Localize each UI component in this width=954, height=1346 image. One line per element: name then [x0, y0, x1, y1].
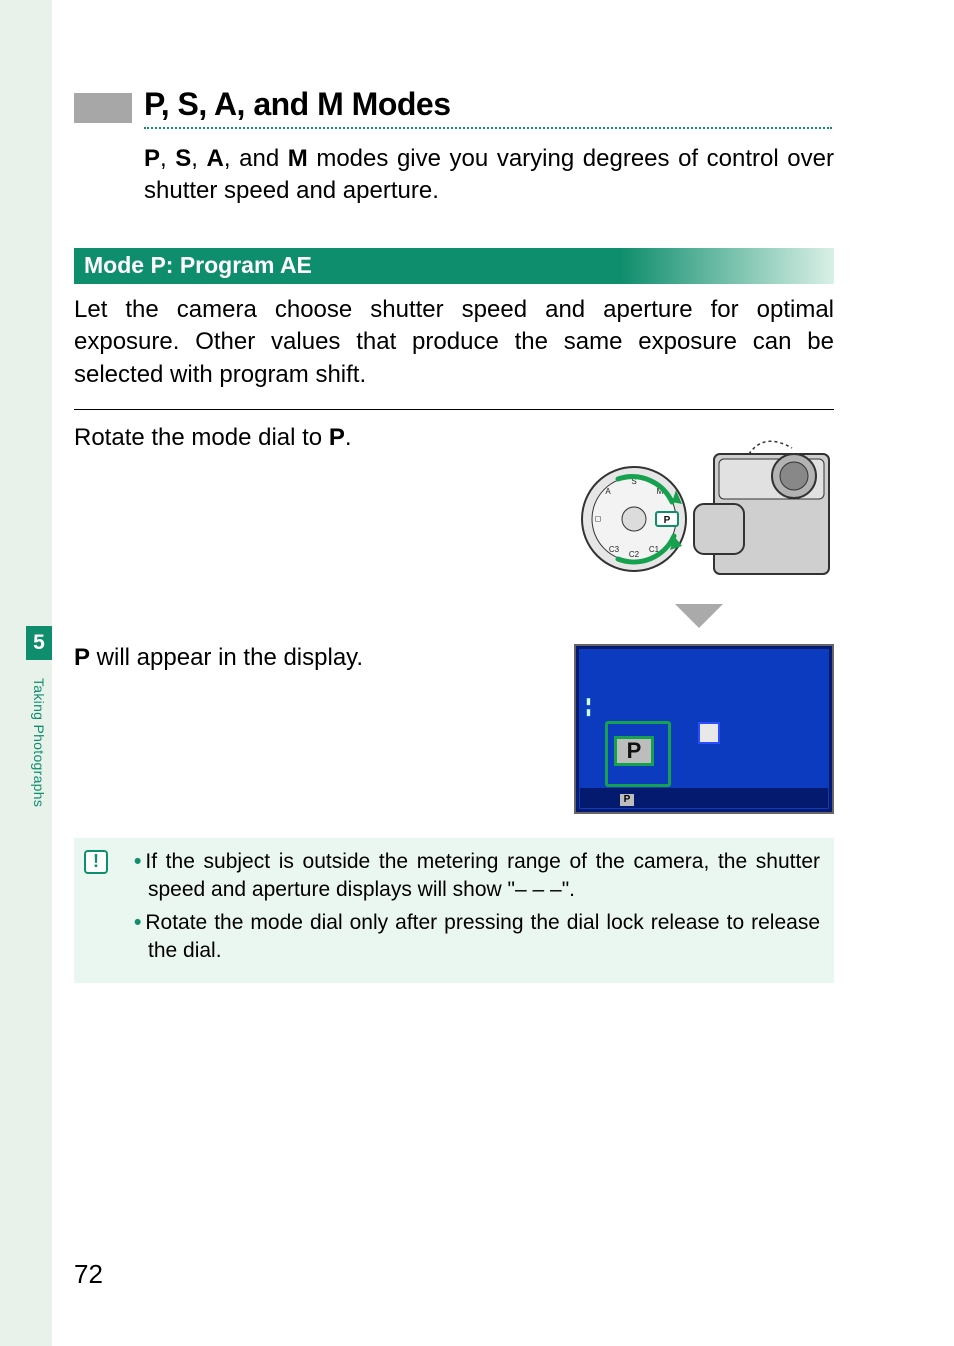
lcd-bottom-strip [580, 788, 828, 808]
intro-sep2: , [191, 145, 206, 172]
page-title: P, S, A, and M Modes [144, 86, 451, 123]
caution-item-text: If the subject is outside the metering r… [145, 850, 820, 901]
lcd-display-illustration: ▮▮ P P [574, 644, 834, 814]
heading-accent-block [74, 93, 132, 123]
arrow-down-icon [675, 604, 723, 628]
svg-text:P: P [664, 515, 671, 526]
bullet-icon: • [134, 850, 141, 873]
mode-p-letter: P [144, 145, 160, 172]
heading-row: P, S, A, and M Modes [74, 86, 834, 123]
chapter-number-tab: 5 [26, 626, 52, 660]
camera-dial-svg: S M A 🎥 ◻ C3 C2 C1 P [564, 424, 834, 594]
caution-note-box: ! •If the subject is outside the meterin… [74, 838, 834, 983]
lcd-p-badge: P [614, 736, 654, 766]
mode-m-letter: M [288, 145, 308, 172]
step1-pre: Rotate the mode dial to [74, 424, 329, 451]
svg-text:C3: C3 [609, 545, 620, 554]
step-2-text: P will appear in the display. [74, 644, 560, 672]
intro-paragraph: P, S, A, and M modes give you varying de… [144, 143, 834, 208]
step-1: Rotate the mode dial to P. S M A 🎥 ◻ C3 [74, 424, 834, 628]
step1-post: . [345, 424, 352, 451]
divider [74, 409, 834, 410]
mode-s-letter: S [175, 145, 191, 172]
caution-item-text: Rotate the mode dial only after pressing… [145, 911, 820, 962]
page-content: P, S, A, and M Modes P, S, A, and M mode… [74, 86, 834, 983]
step-1-text: Rotate the mode dial to P. [74, 424, 550, 452]
step1-bold: P [329, 424, 345, 451]
step2-post: will appear in the display. [90, 644, 363, 671]
caution-item: •If the subject is outside the metering … [134, 848, 820, 905]
mode-p-body: Let the camera choose shutter speed and … [74, 294, 834, 391]
mode-a-letter: A [207, 145, 224, 172]
svg-text:◻: ◻ [595, 514, 602, 523]
camera-illustration: S M A 🎥 ◻ C3 C2 C1 P [564, 424, 834, 628]
step-2: P will appear in the display. ▮▮ P P [74, 644, 834, 814]
caution-item: •Rotate the mode dial only after pressin… [134, 909, 820, 966]
bullet-icon: • [134, 911, 141, 934]
mode-p-title-bar: Mode P: Program AE [74, 248, 834, 284]
svg-text:C2: C2 [629, 550, 640, 559]
intro-sep3: , and [224, 145, 288, 172]
svg-text:A: A [605, 487, 611, 496]
step2-bold: P [74, 644, 90, 671]
lcd-p-small: P [620, 794, 634, 806]
chapter-label: Taking Photographs [26, 672, 52, 912]
intro-sep1: , [160, 145, 175, 172]
caution-icon: ! [84, 850, 108, 874]
page-number: 72 [74, 1259, 103, 1290]
heading-underline [144, 127, 832, 129]
lcd-left-ticks: ▮▮ [586, 696, 590, 718]
lcd-focus-square [698, 722, 720, 744]
caution-list: •If the subject is outside the metering … [134, 848, 820, 965]
